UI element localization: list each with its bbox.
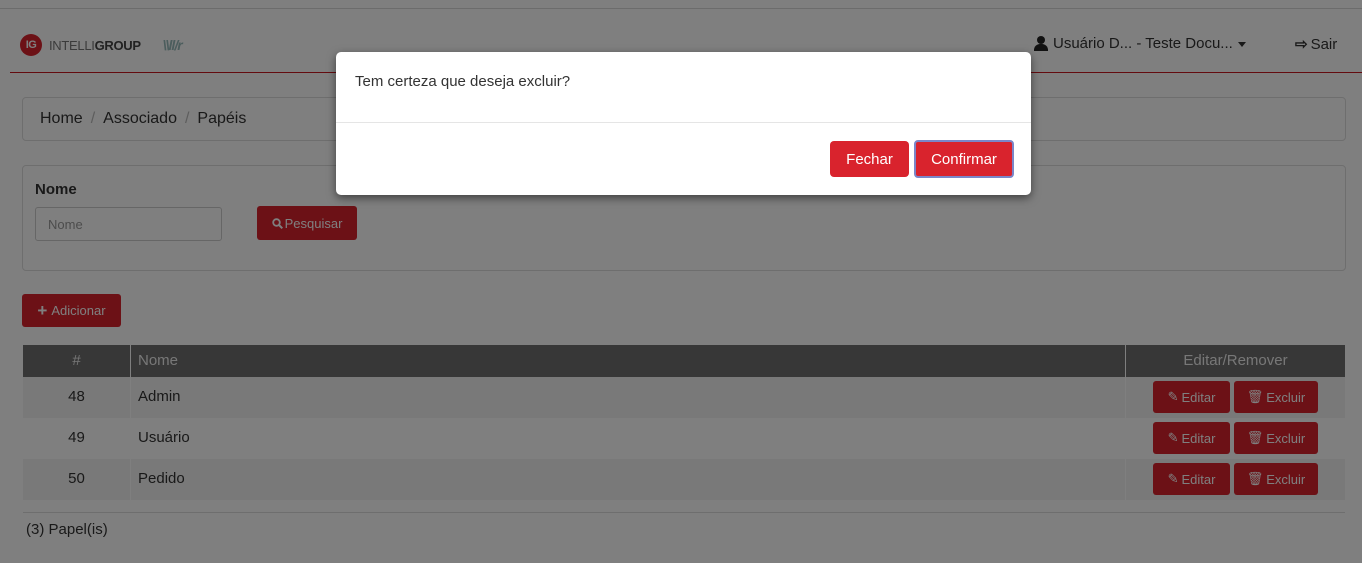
modal-message: Tem certeza que deseja excluir? [355,73,571,90]
confirm-delete-modal: Tem certeza que deseja excluir? Fechar C… [336,52,1031,195]
modal-divider [336,122,1031,123]
confirm-button[interactable]: Confirmar [914,140,1014,178]
close-button[interactable]: Fechar [830,141,909,177]
